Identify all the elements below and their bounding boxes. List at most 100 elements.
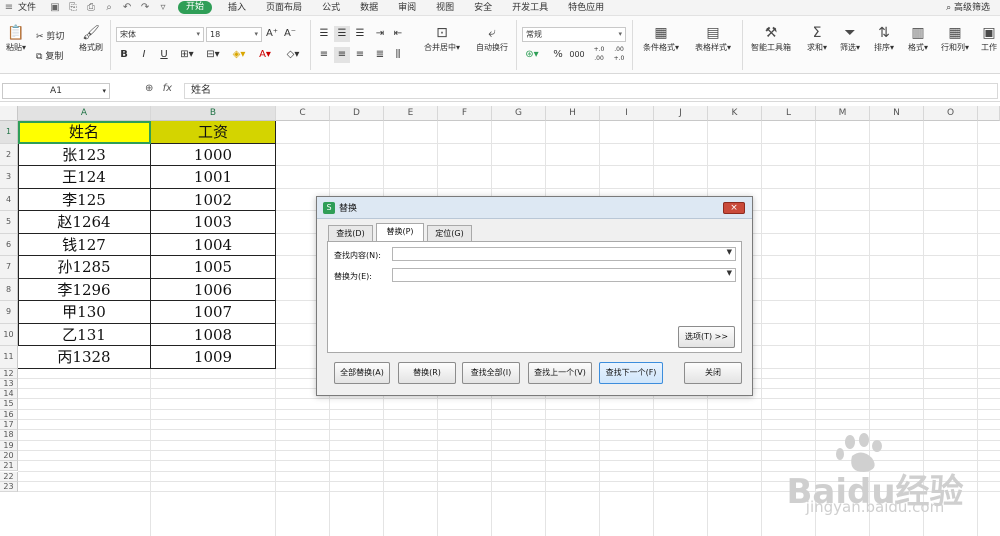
- font-size-select[interactable]: 18 ▾: [206, 27, 262, 42]
- data-cell[interactable]: 赵1264: [18, 211, 151, 234]
- border-icon[interactable]: ⊟▾: [202, 47, 224, 63]
- row-header[interactable]: 23: [0, 481, 18, 493]
- row-header[interactable]: 13: [0, 378, 18, 390]
- italic-button[interactable]: I: [136, 47, 152, 63]
- tab-replace[interactable]: 替换(P): [376, 223, 424, 242]
- undo-icon[interactable]: ↶: [121, 2, 133, 14]
- decrease-decimal-button[interactable]: .00 +.0: [610, 45, 628, 62]
- select-all-corner[interactable]: [0, 106, 18, 121]
- wrap-text-button[interactable]: ⤶ 自动换行: [472, 24, 512, 53]
- replace-input[interactable]: ▼: [392, 268, 736, 282]
- currency-icon[interactable]: ⊛▾: [522, 47, 542, 63]
- merge-center-button[interactable]: ⊡ 合并居中▾: [420, 24, 464, 53]
- search-box[interactable]: ⌕ 高级筛选: [946, 0, 990, 16]
- find-previous-button[interactable]: 查找上一个(V): [528, 362, 592, 384]
- column-header[interactable]: M: [816, 106, 870, 121]
- row-header[interactable]: 15: [0, 399, 18, 410]
- conditional-format-button[interactable]: ▦ 条件格式▾: [638, 24, 684, 53]
- find-input[interactable]: ▼: [392, 247, 736, 261]
- column-header[interactable]: H: [546, 106, 600, 121]
- align-top-icon[interactable]: ☰: [316, 26, 332, 42]
- data-cell[interactable]: 丙1328: [18, 346, 151, 369]
- dialog-titlebar[interactable]: S 替换 ×: [317, 197, 752, 219]
- header-cell[interactable]: 姓名: [18, 121, 151, 144]
- row-header[interactable]: 19: [0, 440, 18, 451]
- data-cell[interactable]: 1009: [151, 346, 276, 369]
- row-header[interactable]: 7: [0, 256, 18, 279]
- column-header[interactable]: K: [708, 106, 762, 121]
- row-header[interactable]: 16: [0, 409, 18, 420]
- zoom-icon[interactable]: ⊕: [145, 83, 153, 94]
- row-header[interactable]: 11: [0, 346, 18, 369]
- row-header[interactable]: 22: [0, 471, 18, 482]
- decrease-font-icon[interactable]: A⁻: [282, 26, 298, 42]
- column-header[interactable]: N: [870, 106, 924, 121]
- tab-security[interactable]: 安全: [464, 0, 502, 16]
- eraser-icon[interactable]: ◇▾: [282, 47, 304, 63]
- replace-button[interactable]: 替换(R): [398, 362, 456, 384]
- menu-icon[interactable]: ≡: [3, 2, 15, 14]
- tab-special[interactable]: 特色应用: [558, 0, 614, 16]
- align-center-icon[interactable]: ≡: [334, 47, 350, 63]
- tab-insert[interactable]: 插入: [218, 0, 256, 16]
- tab-goto[interactable]: 定位(G): [427, 225, 472, 241]
- data-cell[interactable]: 1001: [151, 166, 276, 189]
- row-header[interactable]: 4: [0, 188, 18, 211]
- data-cell[interactable]: 1000: [151, 143, 276, 166]
- align-right-icon[interactable]: ≡: [352, 47, 368, 63]
- tab-find[interactable]: 查找(D): [328, 225, 373, 241]
- row-header[interactable]: 9: [0, 301, 18, 324]
- column-header[interactable]: L: [762, 106, 816, 121]
- row-header[interactable]: 1: [0, 121, 18, 144]
- formula-input[interactable]: 姓名: [184, 83, 998, 99]
- header-cell[interactable]: 工资: [151, 121, 276, 144]
- close-button[interactable]: 关闭: [684, 362, 742, 384]
- data-cell[interactable]: 李1296: [18, 278, 151, 301]
- tab-page-layout[interactable]: 页面布局: [256, 0, 312, 16]
- font-color-icon[interactable]: A▾: [254, 47, 276, 63]
- format-painter-button[interactable]: 🖌 格式刷: [76, 24, 106, 53]
- column-header[interactable]: O: [924, 106, 978, 121]
- bold-button[interactable]: B: [116, 47, 132, 63]
- save-icon[interactable]: ▣: [49, 2, 61, 14]
- preview-icon[interactable]: ⌕: [103, 2, 115, 14]
- column-header[interactable]: I: [600, 106, 654, 121]
- row-header[interactable]: 2: [0, 143, 18, 166]
- data-cell[interactable]: 1006: [151, 278, 276, 301]
- indent-icon[interactable]: ⇥: [372, 26, 388, 42]
- replace-all-button[interactable]: 全部替换(A): [334, 362, 390, 384]
- row-header[interactable]: 18: [0, 430, 18, 441]
- row-header[interactable]: 14: [0, 389, 18, 400]
- row-header[interactable]: 12: [0, 368, 18, 379]
- smart-toolbox-button[interactable]: ⚒ 智能工具箱: [748, 24, 794, 53]
- data-cell[interactable]: 1003: [151, 211, 276, 234]
- increase-decimal-button[interactable]: +.0 .00: [590, 45, 608, 62]
- row-header[interactable]: 6: [0, 233, 18, 256]
- filter-button[interactable]: ⏷ 筛选▾: [836, 24, 864, 53]
- align-middle-icon[interactable]: ☰: [334, 26, 350, 42]
- find-all-button[interactable]: 查找全部(I): [462, 362, 520, 384]
- number-format-select[interactable]: 常规 ▾: [522, 27, 626, 42]
- chevron-down-icon[interactable]: ▼: [727, 269, 732, 277]
- increase-font-icon[interactable]: A⁺: [264, 26, 280, 42]
- row-header[interactable]: 3: [0, 166, 18, 189]
- options-button[interactable]: 选项(T) >>: [678, 326, 735, 348]
- column-header[interactable]: G: [492, 106, 546, 121]
- fill-color-icon[interactable]: ◈▾: [228, 47, 250, 63]
- outdent-icon[interactable]: ⇤: [390, 26, 406, 42]
- tab-view[interactable]: 视图: [426, 0, 464, 16]
- column-header[interactable]: C: [276, 106, 330, 121]
- tab-formula[interactable]: 公式: [312, 0, 350, 16]
- data-cell[interactable]: 1004: [151, 233, 276, 256]
- fx-icon[interactable]: fx: [163, 83, 172, 94]
- distributed-icon[interactable]: ⫼: [390, 47, 406, 63]
- row-col-button[interactable]: ▦ 行和列▾: [938, 24, 972, 53]
- data-cell[interactable]: 1008: [151, 323, 276, 346]
- data-cell[interactable]: 1005: [151, 256, 276, 279]
- close-icon[interactable]: ×: [723, 202, 745, 214]
- data-cell[interactable]: 1007: [151, 301, 276, 324]
- column-header[interactable]: J: [654, 106, 708, 121]
- data-cell[interactable]: 甲130: [18, 301, 151, 324]
- data-cell[interactable]: 钱127: [18, 233, 151, 256]
- column-header[interactable]: A: [18, 106, 151, 121]
